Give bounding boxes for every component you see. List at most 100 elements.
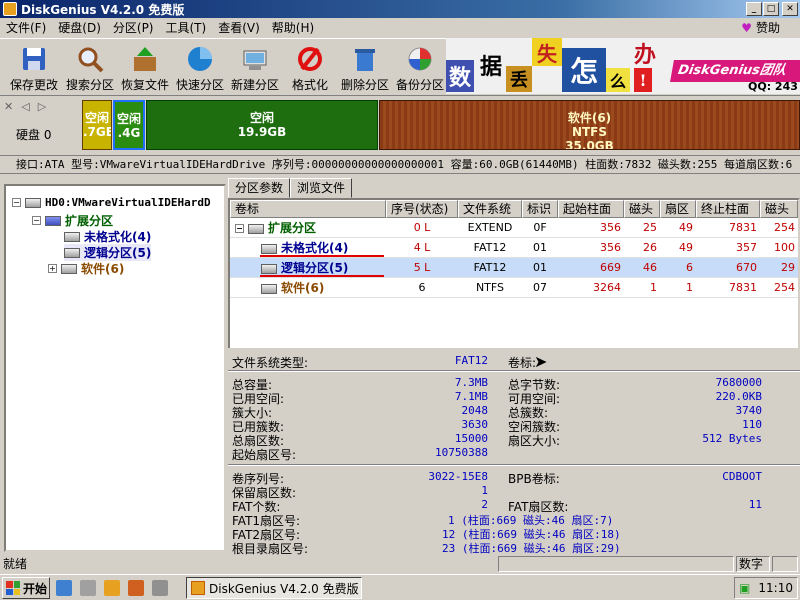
expand-icon[interactable]: + — [48, 264, 57, 273]
collapse-icon[interactable]: − — [235, 224, 244, 233]
partition-icon — [261, 263, 277, 274]
col-header[interactable]: 文件系统 — [458, 200, 522, 218]
banner-char: 么 — [606, 68, 630, 92]
tree-node-unformatted[interactable]: 未格式化(4) — [64, 228, 151, 245]
window-title: DiskGenius V4.2.0 免费版 — [21, 2, 185, 17]
windows-logo-icon — [6, 581, 20, 595]
partition-icon — [64, 247, 80, 258]
close-icon[interactable]: ✕ — [4, 100, 21, 113]
menu-view[interactable]: 查看(V) — [212, 18, 266, 38]
title-bar: DiskGenius V4.2.0 免费版 _ □ ✕ — [0, 0, 800, 18]
folder-icon[interactable] — [104, 580, 120, 596]
system-tray: ▣ 11:10 — [734, 577, 798, 599]
recover-files-button[interactable]: 恢复文件 — [117, 41, 173, 95]
status-text: 就绪 — [3, 557, 28, 571]
delete-partition-button[interactable]: 删除分区 — [337, 41, 393, 95]
partition-block-free[interactable]: 空闲 .4G — [113, 100, 145, 150]
app-icon — [191, 581, 205, 595]
col-header[interactable]: 序号(状态) — [386, 200, 458, 218]
col-header[interactable]: 磁头 — [760, 200, 798, 218]
col-header[interactable]: 起始柱面 — [558, 200, 624, 218]
menu-partition[interactable]: 分区(P) — [107, 18, 160, 38]
donate-link[interactable]: ♥ 赞助 — [741, 18, 780, 38]
new-partition-button[interactable]: 新建分区 — [227, 41, 283, 95]
arrow-right-icon[interactable]: ▷ — [38, 100, 54, 113]
tab-partition-params[interactable]: 分区参数 — [228, 178, 291, 198]
status-panel — [498, 556, 734, 572]
partition-details: 文件系统类型: FAT12 卷标: ➤ 总容量: 7.3MB 已用空间: 7.1… — [228, 348, 800, 556]
partition-block-free[interactable]: 空闲 19.9GB — [146, 100, 378, 150]
maximize-button[interactable]: □ — [763, 2, 779, 16]
banner-char: 丢 — [506, 66, 532, 92]
recycle-bin-icon — [350, 44, 380, 74]
format-icon — [295, 44, 325, 74]
app-quicklaunch-icon[interactable] — [128, 580, 144, 596]
mouse-cursor-icon: ➤ — [534, 352, 548, 371]
network-icon[interactable]: ▣ — [739, 581, 750, 595]
quick-partition-icon — [185, 44, 215, 74]
minimize-button[interactable]: _ — [746, 2, 762, 16]
promo-banner[interactable]: 数 据 丢 失 怎 么 办 ! DiskGenius团队 QQ: 243 — [446, 38, 800, 94]
partition-table: 卷标 序号(状态) 文件系统 标识 起始柱面 磁头 扇区 终止柱面 磁头 − 扩展… — [228, 198, 800, 368]
close-button[interactable]: ✕ — [782, 2, 798, 16]
collapse-icon[interactable]: − — [32, 216, 41, 225]
tab-browse-files[interactable]: 浏览文件 — [290, 178, 353, 198]
banner-char: 据 — [476, 50, 506, 80]
col-header[interactable]: 卷标 — [230, 200, 386, 218]
app-icon — [3, 2, 17, 16]
arrow-left-icon[interactable]: ◁ — [21, 100, 37, 113]
status-panel — [772, 556, 798, 572]
partition-icon — [261, 243, 277, 254]
main-panel: 分区参数 浏览文件 卷标 序号(状态) 文件系统 标识 起始柱面 磁头 扇区 终… — [228, 178, 800, 556]
save-icon — [19, 44, 49, 74]
start-button[interactable]: 开始 — [2, 577, 50, 599]
menu-help[interactable]: 帮助(H) — [266, 18, 320, 38]
banner-char: 数 — [446, 60, 474, 92]
col-header[interactable]: 磁头 — [624, 200, 660, 218]
underline-annotation — [260, 255, 384, 257]
tree-node-extended[interactable]: − 扩展分区 — [32, 212, 113, 229]
status-bar: 就绪 数字 — [0, 554, 800, 574]
eraser-icon[interactable] — [152, 580, 168, 596]
partition-block-software[interactable]: 软件(6) NTFS 35.0GB — [379, 100, 800, 150]
partition-block-free[interactable]: 空闲 .7GB — [82, 100, 112, 150]
partition-icon — [45, 215, 61, 226]
banner-char: 办 — [630, 38, 660, 68]
banner-char: 失 — [532, 38, 562, 66]
search-partition-button[interactable]: 搜索分区 — [62, 41, 118, 95]
recover-files-icon — [130, 44, 160, 74]
col-header[interactable]: 标识 — [522, 200, 558, 218]
menu-disk[interactable]: 硬盘(D) — [52, 18, 107, 38]
table-row[interactable]: 软件(6) 6 NTFS 07 3264 1 1 7831 254 — [230, 278, 798, 298]
disk-map-bar: ✕◁▷ 硬盘 0 空闲 .7GB 空闲 .4G 空闲 19.9GB 软件(6) … — [0, 96, 800, 156]
quick-partition-button[interactable]: 快速分区 — [172, 41, 228, 95]
partition-icon — [248, 223, 264, 234]
table-row[interactable]: − 扩展分区 0 L EXTEND 0F 356 25 49 7831 254 — [230, 218, 798, 238]
tree-node-software[interactable]: + 软件(6) — [48, 260, 124, 277]
menu-bar: 文件(F) 硬盘(D) 分区(P) 工具(T) 查看(V) 帮助(H) ♥ 赞助 — [0, 18, 800, 38]
banner-char: 怎 — [562, 48, 606, 92]
disk-nav: ✕◁▷ — [4, 100, 54, 113]
backup-partition-button[interactable]: 备份分区 — [392, 41, 448, 95]
tree-node-disk[interactable]: − HD0:VMwareVirtualIDEHardD — [12, 196, 211, 209]
printer-icon[interactable] — [80, 580, 96, 596]
format-button[interactable]: 格式化 — [282, 41, 338, 95]
num-lock-indicator: 数字 — [736, 556, 770, 572]
disk-info-bar: 接口:ATA 型号:VMwareVirtualIDEHardDrive 序列号:… — [0, 156, 800, 174]
disk-tree: − HD0:VMwareVirtualIDEHardD − 扩展分区 未格式化(… — [4, 184, 226, 552]
partition-icon — [64, 231, 80, 242]
save-changes-button[interactable]: 保存更改 — [6, 41, 62, 95]
menu-tools[interactable]: 工具(T) — [160, 18, 213, 38]
partition-map: 空闲 .7GB 空闲 .4G 空闲 19.9GB 软件(6) NTFS 35.0… — [82, 100, 800, 150]
tree-node-logical[interactable]: 逻辑分区(5) — [64, 244, 152, 261]
clock[interactable]: 11:10 — [758, 581, 793, 595]
menu-file[interactable]: 文件(F) — [0, 18, 52, 38]
collapse-icon[interactable]: − — [12, 198, 21, 207]
taskbar-item-diskgenius[interactable]: DiskGenius V4.2.0 免费版 — [186, 577, 362, 599]
col-header[interactable]: 扇区 — [660, 200, 696, 218]
underline-annotation — [260, 275, 384, 277]
banner-brand: DiskGenius团队 — [670, 60, 800, 82]
col-header[interactable]: 终止柱面 — [696, 200, 760, 218]
desktop-icon[interactable] — [56, 580, 72, 596]
taskbar: 开始 DiskGenius V4.2.0 免费版 ▣ 11:10 — [0, 574, 800, 600]
